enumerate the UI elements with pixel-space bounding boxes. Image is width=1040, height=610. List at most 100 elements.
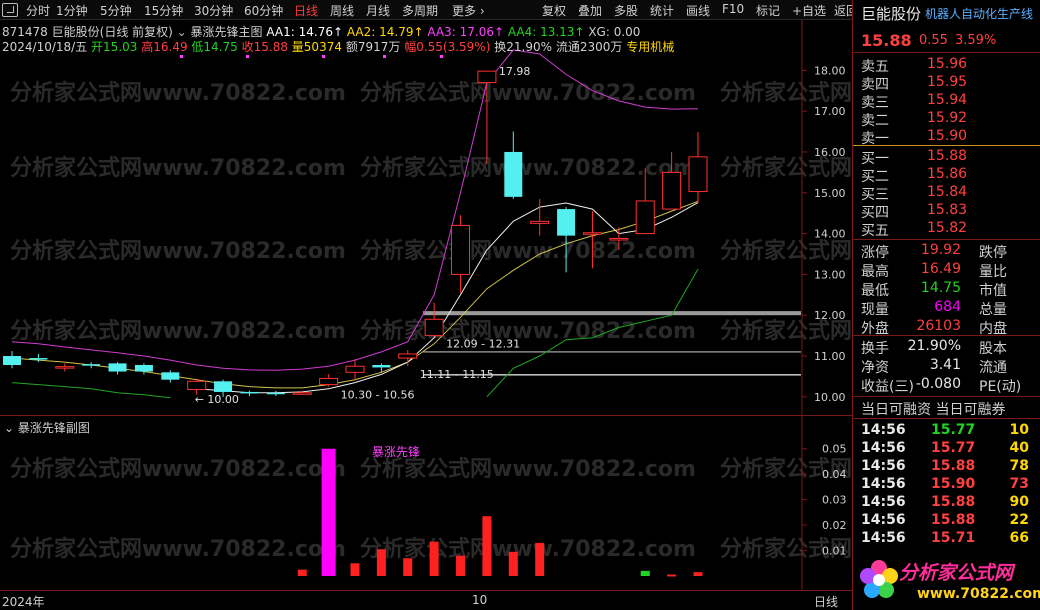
indicator-name[interactable]: 暴涨先锋主图 <box>191 25 263 39</box>
tick-price: 15.90 <box>931 476 976 492</box>
stat-value: 21.90% <box>907 338 961 354</box>
collapse-icon[interactable]: ⌄ <box>4 421 14 435</box>
y-tick-label: 12.00 <box>814 309 846 322</box>
stat-value: 14.75 <box>920 280 961 296</box>
panel-title: 巨能股份 机器人自动化生产线 <box>853 2 1040 26</box>
sub-indicator-name: 暴涨先锋副图 <box>17 421 90 435</box>
panel-price: 15.88 <box>861 31 912 50</box>
stat-label-2: 量比 <box>979 264 1007 280</box>
divider <box>853 396 1040 397</box>
divider <box>853 239 1040 240</box>
candle-body <box>240 391 259 394</box>
candle-body <box>108 363 127 372</box>
tick-row[interactable]: 14:56 15.88 90 <box>853 493 1040 512</box>
tick-volume: 90 <box>1009 494 1029 510</box>
x-axis-month: 10 <box>472 593 488 607</box>
period-tab[interactable]: 多周期 <box>402 2 438 19</box>
tick-row[interactable]: 14:56 15.88 22 <box>853 511 1040 530</box>
site-logo: 分析家公式网 www.70822.com <box>853 548 1040 610</box>
surge-bar <box>667 574 677 577</box>
collapse-icon[interactable]: ⌄ <box>177 25 187 39</box>
bid-row[interactable]: 买一 15.88 <box>853 147 1040 167</box>
period-tab[interactable]: 15分钟 <box>144 2 183 19</box>
stat-row: 现量 684 总量 <box>853 298 1040 318</box>
tick-row[interactable]: 14:56 15.77 10 <box>853 421 1040 440</box>
panel-price-row: 15.88 0.55 3.59% <box>853 30 1040 52</box>
stat-label: 净资 <box>861 360 889 376</box>
toolbar-button[interactable]: 叠加 <box>578 2 602 19</box>
period-tab[interactable]: 月线 <box>366 2 390 19</box>
candle-body <box>134 365 153 372</box>
signal-dot <box>246 55 249 58</box>
xg-value: XG: 0.00 <box>588 25 641 39</box>
tick-row[interactable]: 14:56 15.88 78 <box>853 457 1040 476</box>
period-tab[interactable]: 1分钟 <box>56 2 88 19</box>
sub-indicator-title[interactable]: ⌄ 暴涨先锋副图 <box>4 419 90 436</box>
ask-row[interactable]: 卖五 15.96 <box>853 55 1040 75</box>
y-tick-label: 18.00 <box>814 64 846 77</box>
candle-body <box>424 318 444 337</box>
candle-body <box>477 70 497 84</box>
ask-row[interactable]: 卖二 15.92 <box>853 109 1040 129</box>
surge-bar-chart[interactable]: 分析家公式网www.70822.com 分析家公式网www.70822.com 分析… <box>0 416 1040 591</box>
watermark-text: 分析家公式网www.70822.com <box>360 318 696 344</box>
tick-row[interactable]: 14:56 15.71 66 <box>853 529 1040 548</box>
y-tick-label: 11.00 <box>814 350 846 363</box>
signal-dot <box>383 55 386 58</box>
surge-bar <box>429 541 439 576</box>
panel-sector[interactable]: 机器人自动化生产线 <box>925 5 1033 22</box>
tick-time: 14:56 <box>861 494 906 510</box>
menu-icon[interactable] <box>2 3 18 17</box>
candle-body <box>214 381 233 392</box>
tick-volume: 10 <box>1009 422 1029 438</box>
toolbar-button[interactable]: 统计 <box>650 2 674 19</box>
toolbar-button[interactable]: 复权 <box>542 2 566 19</box>
surge-bar <box>403 558 413 576</box>
quote-change: 幅0.55(3.59%) <box>404 40 491 54</box>
watermark-text: 分析家公式网www.70822.com <box>720 80 852 106</box>
margin-header: 当日可融资 当日可融券 <box>853 398 1040 418</box>
candle-body <box>662 171 682 210</box>
stat-label: 涨停 <box>861 245 889 261</box>
toolbar-button[interactable]: +自选 <box>792 2 826 19</box>
period-tab[interactable]: 分时 <box>26 2 50 19</box>
main-chart[interactable]: 分析家公式网www.70822.com 分析家公式网www.70822.com 分析… <box>0 20 1040 415</box>
bid-label: 买五 <box>861 223 889 239</box>
period-tab[interactable]: 周线 <box>330 2 354 19</box>
candle-body <box>609 237 629 241</box>
price-zone <box>423 311 801 316</box>
stat-row: 最低 14.75 市值 <box>853 279 1040 299</box>
candle-body <box>187 380 207 390</box>
candle-body <box>55 366 75 369</box>
watermark-text: 分析家公式网www.70822.com <box>360 536 696 562</box>
period-tab[interactable]: 30分钟 <box>194 2 233 19</box>
ask-row[interactable]: 卖一 15.90 <box>853 127 1040 147</box>
candle-body <box>266 392 285 395</box>
sub-chart[interactable]: 分析家公式网www.70822.com 分析家公式网www.70822.com 分析… <box>0 415 1040 591</box>
quote-industry: 专用机械 <box>626 40 675 54</box>
bid-row[interactable]: 买四 15.83 <box>853 201 1040 221</box>
price-annotation: 17.98 <box>499 65 531 78</box>
bid-row[interactable]: 买三 15.84 <box>853 183 1040 203</box>
period-tab[interactable]: 60分钟 <box>244 2 283 19</box>
ask-row[interactable]: 卖四 15.95 <box>853 73 1040 93</box>
tick-row[interactable]: 14:56 15.77 40 <box>853 439 1040 458</box>
surge-bar <box>535 542 545 576</box>
candle-body <box>82 364 101 366</box>
tick-row[interactable]: 14:56 15.90 73 <box>853 475 1040 494</box>
period-tab[interactable]: 更多 › <box>452 2 485 19</box>
toolbar-button[interactable]: F10 <box>722 2 744 16</box>
period-tab[interactable]: 日线 <box>294 2 318 19</box>
ask-price: 15.95 <box>927 74 968 90</box>
ask-row[interactable]: 卖三 15.94 <box>853 91 1040 111</box>
candlestick-chart[interactable]: 分析家公式网www.70822.com 分析家公式网www.70822.com 分析… <box>0 20 1040 415</box>
surge-bar <box>321 448 336 576</box>
divider <box>853 418 1040 419</box>
bid-row[interactable]: 买二 15.86 <box>853 165 1040 185</box>
bid-row[interactable]: 买五 15.82 <box>853 219 1040 239</box>
toolbar-button[interactable]: 画线 <box>686 2 710 19</box>
toolbar-button[interactable]: 标记 <box>756 2 780 19</box>
period-tab[interactable]: 5分钟 <box>100 2 132 19</box>
watermark-text: 分析家公式网www.70822.com <box>10 80 346 106</box>
toolbar-button[interactable]: 多股 <box>614 2 638 19</box>
